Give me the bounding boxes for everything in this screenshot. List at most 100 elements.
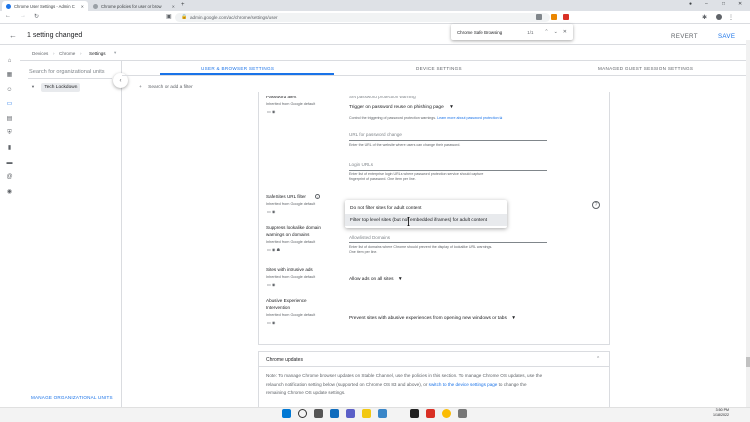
tab-managed-guest-session[interactable]: MANAGED GUEST SESSION SETTINGS <box>598 66 693 71</box>
extension-icon[interactable] <box>563 14 569 20</box>
minimize-icon[interactable]: – <box>705 1 708 7</box>
widgets-icon[interactable] <box>330 409 339 418</box>
manage-org-units-link[interactable]: MANAGE ORGANIZATIONAL UNITS <box>31 395 113 400</box>
extension-icon[interactable] <box>536 14 542 20</box>
find-previous-icon[interactable]: ⌃ <box>544 29 548 35</box>
apps-icon[interactable]: ▤ <box>6 116 13 122</box>
browser-forward-icon[interactable]: → <box>20 13 26 19</box>
save-button[interactable]: SAVE <box>718 33 735 40</box>
org-search-input[interactable]: Search for organizational units <box>29 69 105 75</box>
chrome-updates-note: Note: To manage Chrome browser updates o… <box>266 372 602 398</box>
tab-device-settings[interactable]: DEVICE SETTINGS <box>416 66 462 71</box>
menu-item-no-filter[interactable]: Do not filter sites for adult content <box>345 202 507 214</box>
find-close-icon[interactable]: ✕ <box>563 29 567 35</box>
device-platform-icon: ▭ ◉ <box>267 209 276 214</box>
rules-icon[interactable]: ◉ <box>6 189 13 195</box>
collapse-chevron-icon[interactable]: ⌃ <box>596 356 600 362</box>
revert-button[interactable]: REVERT <box>671 33 698 40</box>
maximize-icon[interactable]: □ <box>722 1 725 7</box>
browser-tab-admin[interactable]: Chrome User Settings - Admin C ✕ <box>2 1 88 11</box>
start-icon[interactable] <box>282 409 291 418</box>
close-tab-icon[interactable]: ✕ <box>81 4 84 9</box>
learn-more-password-link[interactable]: Learn more about password protection <box>437 116 499 120</box>
back-arrow-icon[interactable]: ← <box>9 31 17 40</box>
breadcrumb-divider <box>20 60 746 61</box>
chrome-icon[interactable] <box>442 409 451 418</box>
extension-icon[interactable] <box>551 14 557 20</box>
device-platform-icon: ▭ ◉ <box>267 109 276 114</box>
allowlisted-domains-input[interactable] <box>349 242 547 243</box>
device-settings-page-link[interactable]: switch to the device settings page <box>429 382 498 387</box>
file-explorer-icon[interactable] <box>362 409 371 418</box>
billing-icon[interactable]: ▬ <box>6 160 13 166</box>
org-unit-item[interactable]: ▼ Tech Lockdown <box>31 83 81 92</box>
filter-bar[interactable]: + Search or add a filter <box>139 85 193 90</box>
inherited-text: Inherited from Google default <box>266 202 316 206</box>
login-urls-label: Login URLs <box>349 162 374 167</box>
abusive-experience-label: Intervention <box>266 305 291 310</box>
settings-gear-icon[interactable] <box>458 409 467 418</box>
dashboard-icon[interactable]: ▦ <box>6 72 13 78</box>
abusive-experience-select[interactable]: Prevent sites with abusive experiences f… <box>349 316 516 321</box>
breadcrumb-settings: Settings <box>89 51 106 56</box>
browser-tab-policies[interactable]: Chrome policies for user or brow ✕ <box>89 1 179 11</box>
reports-icon[interactable]: ▮ <box>6 145 13 151</box>
expand-caret-icon[interactable]: ▼ <box>31 84 35 89</box>
help-icon[interactable]: ? <box>592 201 600 209</box>
password-change-url-input[interactable] <box>349 140 547 141</box>
updates-note-text: remaining Chrome OS update settings. <box>266 390 346 396</box>
teams-icon[interactable] <box>346 409 355 418</box>
updates-divider <box>259 366 609 367</box>
profile-icon[interactable]: ● <box>689 1 692 7</box>
org-search-underline <box>28 78 112 79</box>
tab-user-browser-settings[interactable]: USER & BROWSER SETTINGS <box>201 66 274 71</box>
intrusive-ads-select[interactable]: Allow ads on all sites ▼ <box>349 277 403 282</box>
lock-icon[interactable]: 🔒 <box>181 14 187 20</box>
breadcrumb-chrome[interactable]: Chrome <box>59 51 75 56</box>
edge-icon[interactable] <box>378 409 387 418</box>
new-tab-icon[interactable]: + <box>181 2 185 8</box>
chrome-updates-title: Chrome updates <box>266 357 303 363</box>
account-icon[interactable]: @ <box>6 174 13 180</box>
info-icon[interactable]: i <box>315 194 320 199</box>
taskbar-clock[interactable]: 3:50 PM 1/18/2022 <box>713 408 729 418</box>
search-icon[interactable] <box>298 409 307 418</box>
app-icon[interactable] <box>426 409 435 418</box>
header-divider <box>0 44 746 45</box>
browser-back-icon[interactable]: ← <box>5 13 11 19</box>
extensions-puzzle-icon[interactable]: ✱ <box>702 14 707 21</box>
scrollbar-thumb[interactable] <box>746 357 750 367</box>
windows-taskbar <box>0 407 750 422</box>
intrusive-ads-value: Allow ads on all sites <box>349 277 394 282</box>
close-tab-icon[interactable]: ✕ <box>172 4 175 9</box>
device-platform-icon: ▭ ◉ <box>267 320 276 325</box>
inherited-text: Inherited from Google default <box>266 240 316 244</box>
bookmark-page-icon[interactable]: ▣ <box>166 13 172 20</box>
profile-avatar[interactable] <box>716 14 722 20</box>
password-warning-desc-text: Control the triggering of password prote… <box>349 116 437 120</box>
task-view-icon[interactable] <box>314 409 323 418</box>
updates-note-text: relaunch notification setting below (sup… <box>266 381 428 387</box>
browser-menu-icon[interactable]: ⋮ <box>728 14 734 21</box>
password-warning-select[interactable]: Trigger on password reuse on phishing pa… <box>349 105 454 110</box>
find-next-icon[interactable]: ⌄ <box>554 29 558 35</box>
breadcrumb-separator: › <box>80 51 82 56</box>
devices-icon[interactable]: ▭ <box>6 101 13 107</box>
inherited-text: Inherited from Google default <box>266 275 316 279</box>
find-input[interactable]: Chrome Safe Browsing <box>457 30 502 35</box>
security-shield-icon[interactable]: ⛨ <box>6 130 13 136</box>
password-change-url-label: URL for password change <box>349 132 402 137</box>
menu-item-filter-top-level[interactable]: Filter top level sites (but not embedded… <box>345 214 507 226</box>
users-icon[interactable]: ☺ <box>6 87 13 93</box>
terminal-icon[interactable] <box>410 409 419 418</box>
page-title: 1 setting changed <box>27 32 83 39</box>
reload-icon[interactable]: ↻ <box>34 13 39 20</box>
home-icon[interactable]: ⌂ <box>6 58 13 64</box>
breadcrumb-dropdown-icon[interactable]: ▾ <box>114 50 116 56</box>
login-urls-input[interactable] <box>349 170 547 171</box>
page-scrollbar[interactable] <box>746 40 750 407</box>
login-urls-description: fingerprint of password. One item per li… <box>349 177 416 181</box>
window-close-icon[interactable]: ✕ <box>738 1 742 7</box>
filter-placeholder: Search or add a filter <box>148 85 193 90</box>
breadcrumb-devices[interactable]: Devices <box>32 51 48 56</box>
